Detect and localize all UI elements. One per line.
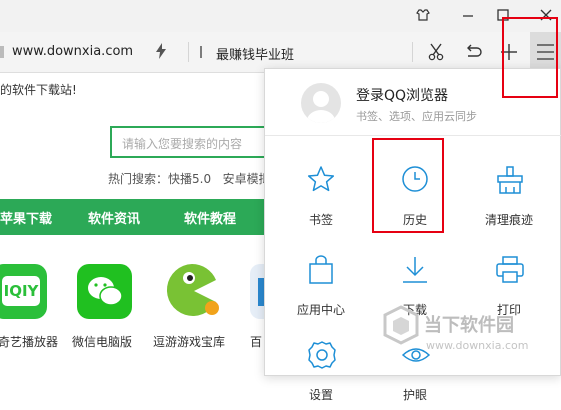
download-icon xyxy=(403,257,427,283)
menu-item-app-center[interactable]: 应用中心 xyxy=(273,239,369,325)
bag-icon xyxy=(309,255,333,284)
menu-divider xyxy=(265,135,561,136)
highlight-menu-button xyxy=(502,17,558,98)
app-label[interactable]: 逗游游戏宝库 xyxy=(153,333,225,350)
site-favicon xyxy=(0,46,4,58)
gear-icon xyxy=(308,341,336,369)
search-placeholder: 请输入您要搜索的内容 xyxy=(122,137,243,151)
menu-item-label: 设置 xyxy=(308,388,333,402)
lightning-icon[interactable] xyxy=(155,43,167,63)
app-label[interactable]: 奇艺播放器 xyxy=(0,333,58,350)
undo-icon[interactable] xyxy=(464,44,482,64)
divider xyxy=(412,42,413,62)
broom-icon xyxy=(497,166,523,194)
menu-item-label: 书签 xyxy=(308,213,333,227)
avatar[interactable] xyxy=(301,83,341,123)
hot-search: 热门搜索：快播5.0 安卓模拟 xyxy=(108,170,271,187)
login-subtitle: 书签、选项、应用云同步 xyxy=(356,110,477,123)
iqiyi-app-icon[interactable]: IQIY xyxy=(0,264,47,319)
title-bar xyxy=(0,0,561,32)
wechat-app-icon[interactable] xyxy=(77,264,132,319)
app-icon-partial[interactable] xyxy=(250,264,264,319)
address-bar: www.downxia.com 最赚钱毕业班 xyxy=(0,32,561,73)
login-title[interactable]: 登录QQ浏览器 xyxy=(356,85,448,105)
nav-item[interactable]: 软件资讯 xyxy=(88,208,140,227)
menu-item-label: 应用中心 xyxy=(296,303,345,317)
watermark-text: 当下软件园 xyxy=(424,315,514,336)
search-term[interactable]: 最赚钱毕业班 xyxy=(216,44,294,63)
highlight-history-item xyxy=(372,138,444,233)
site-nav-bar: 苹果下载 软件资讯 软件教程 xyxy=(0,199,264,235)
minimize-button[interactable] xyxy=(456,4,480,26)
site-slogan: 的软件下载站! xyxy=(0,83,77,97)
site-search-input[interactable]: 请输入您要搜索的内容 xyxy=(110,126,270,158)
menu-item-settings[interactable]: 设置 xyxy=(273,324,369,410)
scissors-icon[interactable] xyxy=(427,43,445,65)
hot-search-label: 热门搜索： xyxy=(108,172,169,186)
menu-item-label: 清理痕迹 xyxy=(484,213,533,227)
divider xyxy=(188,42,189,62)
skin-icon[interactable] xyxy=(411,4,435,26)
watermark-url: www.downxia.com xyxy=(426,339,529,352)
app-label[interactable]: 百 xyxy=(250,333,262,350)
hot-search-link[interactable]: 快播5.0 xyxy=(168,172,211,186)
game-app-icon[interactable] xyxy=(162,260,222,322)
menu-item-clear-traces[interactable]: 清理痕迹 xyxy=(461,149,557,235)
menu-item-bookmarks[interactable]: 书签 xyxy=(273,149,369,235)
search-icon[interactable] xyxy=(198,44,212,64)
menu-item-label: 护眼 xyxy=(402,388,427,402)
url-field[interactable]: www.downxia.com xyxy=(12,44,133,59)
star-icon xyxy=(307,166,335,192)
nav-item[interactable]: 苹果下载 xyxy=(0,208,52,227)
watermark-logo xyxy=(381,305,421,345)
app-label[interactable]: 微信电脑版 xyxy=(72,333,132,350)
nav-item[interactable]: 软件教程 xyxy=(184,208,236,227)
printer-icon xyxy=(496,256,524,283)
